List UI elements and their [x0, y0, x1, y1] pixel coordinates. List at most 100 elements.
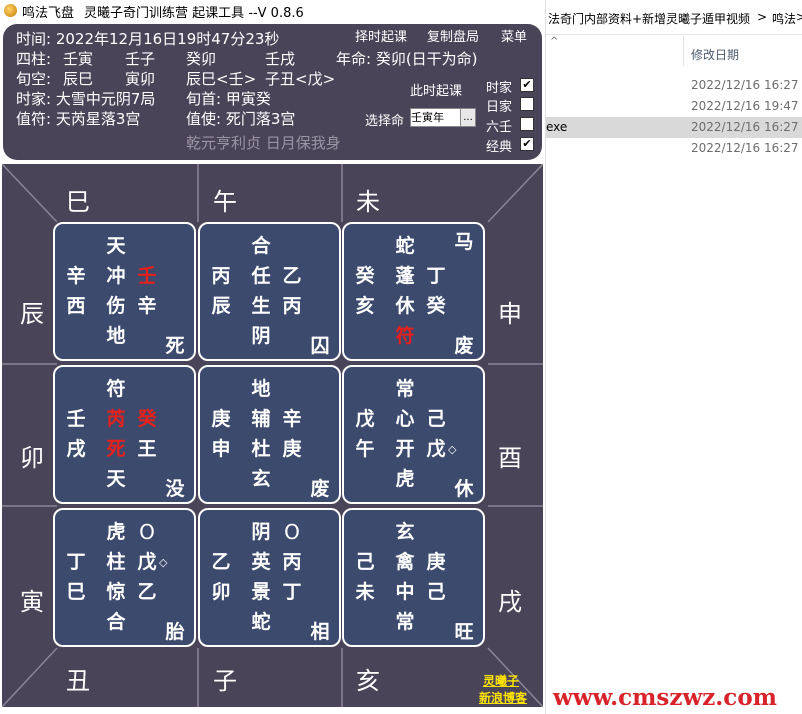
palace-state: 旺	[454, 621, 474, 643]
palace-star: 辅	[251, 408, 271, 430]
breadcrumb-separator-2: >	[796, 10, 802, 24]
option-checkbox-shijia[interactable]: ✔	[520, 78, 534, 92]
breadcrumb-folder[interactable]: 法奇门内部资料+新增灵曦子遁甲视频	[548, 10, 750, 27]
palace-deity: 玄	[251, 468, 271, 490]
option-checkbox-jingdian[interactable]: ✔	[520, 137, 534, 151]
palace-door: 杜	[251, 438, 271, 460]
palace-hidden-stem: 辛	[282, 408, 302, 430]
option-label-rijia: 日家	[486, 100, 513, 115]
palace-hidden-stem: 壬	[137, 265, 157, 287]
palace-hidden-stem: 己	[426, 408, 446, 430]
sort-up-icon[interactable]: ^	[550, 36, 558, 47]
zhishi-text: 值使: 死门落3宫	[186, 110, 296, 128]
app-logo-icon	[4, 4, 17, 17]
palace-heaven-stem: 戊	[355, 408, 375, 430]
zhifu-text: 值符: 天芮星落3宫	[16, 110, 141, 128]
file-row[interactable]: 2022/12/16 16:27	[546, 75, 802, 96]
palace-dui[interactable]: 常 戊 心 己 午 开 戊 ◇ 虎 休	[342, 365, 485, 504]
palace-earth-stem: 巳	[66, 581, 86, 603]
column-divider[interactable]	[683, 36, 684, 66]
brand-link-name[interactable]: 灵曦子	[483, 672, 519, 689]
breadcrumb-current[interactable]: 鸣法	[772, 10, 796, 27]
now-cast-button[interactable]: 此时起课	[410, 80, 462, 99]
palace-hidden-stem: 癸	[137, 408, 157, 430]
palace-qian[interactable]: 玄 己 禽 庚 未 中 己 常 旺	[342, 508, 485, 647]
palace-zhen[interactable]: 符 壬 芮 癸 戌 死 王 天 没	[53, 365, 196, 504]
branch-right-top: 申	[498, 300, 522, 328]
select-life-value: 壬寅年	[411, 111, 444, 124]
palace-heaven-stem: 乙	[211, 551, 231, 573]
palace-door: 伤	[106, 295, 126, 317]
brand-link-blog[interactable]: 新浪博客	[479, 689, 527, 706]
app-window: 鸣法飞盘 灵曦子奇门训练营 起课工具 --V 0.8.6 时间: 2022年12…	[0, 0, 545, 714]
qimen-board: 巳 午 未 辰 卯 寅 申 酉 戌 丑 子 亥 天 辛 冲 壬 西 伤 辛 地 …	[2, 164, 543, 707]
select-life-input[interactable]: 壬寅年 ...	[410, 108, 476, 127]
kong-day: 辰巳<壬>	[186, 70, 257, 88]
palace-earth-stem-2: 癸	[426, 295, 446, 317]
branch-top-right: 未	[356, 188, 380, 216]
branch-left-mid: 卯	[20, 444, 44, 472]
palace-door: 惊	[106, 581, 126, 603]
branch-right-mid: 酉	[498, 444, 522, 472]
branch-bottom-right: 亥	[356, 667, 380, 695]
menu-button[interactable]: 菜单	[501, 26, 527, 45]
palace-star: 柱	[106, 551, 126, 573]
palace-earth-stem: 西	[66, 295, 86, 317]
column-header-modified[interactable]: 修改日期	[691, 46, 739, 63]
choose-time-button[interactable]: 择时起课	[355, 26, 407, 45]
copy-layout-button[interactable]: 复制盘局	[427, 26, 479, 45]
file-row-selected[interactable]: exe 2022/12/16 16:27	[546, 117, 802, 138]
option-checkbox-rijia[interactable]	[520, 97, 534, 111]
palace-kun[interactable]: 蛇 马 癸 蓬 丁 亥 休 癸 符 废	[342, 222, 485, 361]
palace-earth-stem: 亥	[355, 295, 375, 317]
palace-deity: 天	[106, 468, 126, 490]
window-title: 灵曦子奇门训练营 起课工具 --V 0.8.6	[84, 6, 304, 21]
palace-heaven-stem: 壬	[66, 408, 86, 430]
kong-label: 旬空:	[16, 70, 52, 88]
palace-heaven-stem: 辛	[66, 265, 86, 287]
palace-xun[interactable]: 天 辛 冲 壬 西 伤 辛 地 死	[53, 222, 196, 361]
palace-deity: 虎	[395, 468, 415, 490]
palace-heaven-stem: 己	[355, 551, 375, 573]
select-life-browse-button[interactable]: ...	[460, 109, 475, 126]
palace-state: 没	[165, 478, 185, 500]
palace-zhong[interactable]: 地 庚 辅 辛 申 杜 庚 玄 废	[198, 365, 341, 504]
palace-god: 蛇	[395, 235, 415, 257]
circle-mark-icon: O	[139, 520, 155, 544]
palace-kan[interactable]: 阴 O 乙 英 丙 卯 景 丁 蛇 相	[198, 508, 341, 647]
palace-hidden-stem: 乙	[282, 265, 302, 287]
info-panel: 时间: 2022年12月16日19时47分23秒 择时起课 复制盘局 菜单 四柱…	[3, 24, 542, 160]
kong-month: 寅卯	[125, 70, 156, 88]
slogan-text: 乾元亨利贞 日月保我身	[186, 134, 341, 152]
palace-earth-stem: 未	[355, 581, 375, 603]
palace-hidden-stem: 庚	[426, 551, 446, 573]
file-row[interactable]: 2022/12/16 19:47	[546, 96, 802, 117]
palace-star: 芮	[106, 408, 126, 430]
file-row[interactable]: 2022/12/16 16:27	[546, 138, 802, 159]
select-life-label: 选择命	[365, 114, 405, 129]
branch-bottom-mid: 子	[213, 667, 237, 695]
palace-state: 胎	[165, 621, 185, 643]
palace-li[interactable]: 合 丙 任 乙 辰 生 丙 阴 囚	[198, 222, 341, 361]
pillars-label: 四柱:	[16, 50, 52, 68]
palace-god: 天	[106, 235, 126, 257]
palace-gen[interactable]: 虎 O 丁 柱 戊 ◇ 巳 惊 乙 合 胎	[53, 508, 196, 647]
palace-earth-stem: 戌	[66, 438, 86, 460]
palace-earth-stem-2: 己	[426, 581, 446, 603]
diamond-icon: ◇	[159, 556, 168, 569]
pillar-hour: 壬戌	[265, 50, 296, 68]
palace-star: 心	[395, 408, 415, 430]
address-bar[interactable]: 法奇门内部资料+新增灵曦子遁甲视频 > 鸣法 >	[546, 0, 802, 35]
palace-hidden-stem: 丁	[426, 265, 446, 287]
option-checkbox-liuren[interactable]	[520, 117, 534, 131]
palace-earth-stem-2: 丙	[282, 295, 302, 317]
palace-door: 景	[251, 581, 271, 603]
palace-heaven-stem: 癸	[355, 265, 375, 287]
palace-earth-stem-2: 王	[137, 438, 157, 460]
palace-god: 玄	[395, 521, 415, 543]
palace-door: 中	[395, 581, 415, 603]
palace-star: 任	[251, 265, 271, 287]
palace-hidden-stem: 丙	[282, 551, 302, 573]
branch-left-bottom: 寅	[20, 588, 44, 616]
palace-deity: 地	[106, 325, 126, 347]
